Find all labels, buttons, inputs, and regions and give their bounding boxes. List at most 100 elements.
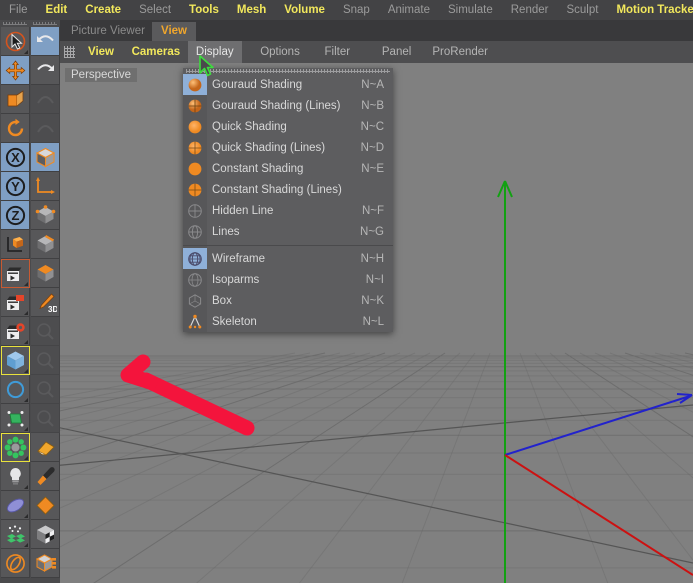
tool-snap-disabled[interactable] — [31, 85, 60, 114]
tool-spline-pen[interactable] — [1, 375, 30, 404]
menu-render[interactable]: Render — [502, 0, 558, 20]
sphere-gouraud-lines-icon — [183, 95, 207, 116]
menu-edit[interactable]: Edit — [37, 0, 77, 20]
tool-submenu-indicator — [24, 340, 28, 344]
display-menu-item-label: Quick Shading (Lines) — [212, 141, 326, 154]
tool-model-mode[interactable] — [31, 143, 60, 172]
tool-paint-bucket-tool[interactable] — [31, 491, 60, 520]
viewport-menu-filter[interactable]: Filter — [317, 41, 359, 63]
display-menu-item-hidden-line[interactable]: Hidden Line N~F — [183, 200, 393, 221]
toolbar-grip-a[interactable] — [1, 20, 30, 27]
tool-mograph-cloner[interactable] — [1, 433, 30, 462]
tool-submenu-indicator — [24, 514, 28, 518]
tool-object-manager[interactable] — [31, 549, 60, 578]
display-menu-item-label: Isoparms — [212, 273, 260, 286]
tool-light-object[interactable] — [1, 462, 30, 491]
display-menu-item-box[interactable]: Box N~K — [183, 290, 393, 311]
tool-edge-mode[interactable] — [31, 230, 60, 259]
display-menu-item-shortcut: N~D — [360, 141, 384, 154]
menu-animate[interactable]: Animate — [379, 0, 439, 20]
menu-create[interactable]: Create — [76, 0, 130, 20]
tool-magnet-tool[interactable] — [1, 549, 30, 578]
tab-view[interactable]: View — [152, 22, 196, 41]
tool-nurbs-generator[interactable] — [1, 404, 30, 433]
sphere-constant-icon — [183, 158, 207, 179]
sphere-hidden-line-icon — [183, 200, 207, 221]
display-menu-item-label: Lines — [212, 225, 240, 238]
tool-lock-y-axis[interactable]: Y — [1, 172, 30, 201]
display-menu-item-label: Wireframe — [212, 252, 266, 265]
tool-undo[interactable] — [31, 27, 60, 56]
tool-render-region[interactable] — [1, 288, 30, 317]
tool-submenu-indicator — [24, 369, 28, 373]
display-menu-item-constant-shading-lines[interactable]: Constant Shading (Lines) — [183, 179, 393, 200]
tool-uv-disabled[interactable] — [31, 375, 60, 404]
menu-mesh[interactable]: Mesh — [228, 0, 275, 20]
menu-tools[interactable]: Tools — [180, 0, 228, 20]
display-menu-item-wireframe[interactable]: Wireframe N~H — [183, 248, 393, 269]
tool-axis-mode[interactable] — [31, 172, 60, 201]
toolbar-grip-b[interactable] — [31, 20, 60, 27]
tool-submenu-indicator — [24, 398, 28, 402]
tool-uv-edit-disabled[interactable] — [31, 404, 60, 433]
menu-snap[interactable]: Snap — [334, 0, 379, 20]
tool-texture-disabled[interactable] — [31, 317, 60, 346]
viewport-label-perspective: Perspective — [65, 68, 138, 82]
tool-paint-3d-brush[interactable]: 3D — [31, 288, 60, 317]
viewport-menu-view[interactable]: View — [80, 41, 122, 63]
viewport-menu-grip[interactable] — [64, 46, 75, 58]
tool-scale-tool[interactable] — [1, 85, 30, 114]
tool-cube-primitive[interactable] — [1, 346, 30, 375]
viewport-menu-prorender[interactable]: ProRender — [424, 41, 496, 63]
menu-volume[interactable]: Volume — [275, 0, 334, 20]
tool-redo[interactable] — [31, 56, 60, 85]
display-menu-item-skeleton[interactable]: Skeleton N~L — [183, 311, 393, 332]
tool-scene-environment[interactable] — [1, 520, 30, 549]
menu-separator — [183, 245, 393, 246]
display-menu-item-label: Hidden Line — [212, 204, 274, 217]
tool-selection-live-tool[interactable] — [1, 27, 30, 56]
viewport-menu-options[interactable]: Options — [252, 41, 308, 63]
tool-rotate-tool[interactable] — [1, 114, 30, 143]
tab-picture-viewer[interactable]: Picture Viewer — [62, 22, 154, 41]
svg-text:Y: Y — [11, 179, 20, 194]
display-menu-item-shortcut: N~H — [360, 252, 384, 265]
tool-eyedropper-tool[interactable] — [31, 462, 60, 491]
display-menu-item-quick-shading-lines[interactable]: Quick Shading (Lines) N~D — [183, 137, 393, 158]
toolbar-buttons-a: XYZ — [1, 27, 30, 578]
tool-point-mode[interactable] — [31, 201, 60, 230]
menu-file[interactable]: File — [0, 0, 37, 20]
display-menu-item-label: Gouraud Shading — [212, 78, 303, 91]
tool-texture-checker[interactable] — [31, 520, 60, 549]
tool-polygon-mode[interactable] — [31, 259, 60, 288]
svg-text:X: X — [11, 150, 20, 165]
tool-texture-axis-disabled[interactable] — [31, 346, 60, 375]
tool-submenu-indicator — [24, 282, 28, 286]
tool-render-settings[interactable] — [1, 317, 30, 346]
display-menu-item-isoparms[interactable]: Isoparms N~I — [183, 269, 393, 290]
display-menu-item-label: Constant Shading (Lines) — [212, 183, 342, 196]
display-menu-item-quick-shading[interactable]: Quick Shading N~C — [183, 116, 393, 137]
sphere-quick-lines-icon — [183, 137, 207, 158]
display-menu-item-label: Box — [212, 294, 232, 307]
tool-deformer-object[interactable] — [1, 491, 30, 520]
display-menu-item-label: Gouraud Shading (Lines) — [212, 99, 341, 112]
viewport-menu-panel[interactable]: Panel — [374, 41, 419, 63]
tool-snap-curve-disabled[interactable] — [31, 114, 60, 143]
menu-motion-tracker[interactable]: Motion Tracker — [607, 0, 693, 20]
display-menu-item-gouraud-shading-lines[interactable]: Gouraud Shading (Lines) N~B — [183, 95, 393, 116]
sphere-isoparms-icon — [183, 269, 207, 290]
tool-world-object-axis[interactable] — [1, 230, 30, 259]
menu-sculpt[interactable]: Sculpt — [557, 0, 607, 20]
viewport-menu-cameras[interactable]: Cameras — [124, 41, 189, 63]
tool-eraser-tool[interactable] — [31, 433, 60, 462]
menu-select[interactable]: Select — [130, 0, 180, 20]
tool-lock-z-axis[interactable]: Z — [1, 201, 30, 230]
menu-simulate[interactable]: Simulate — [439, 0, 502, 20]
left-toolbar: XYZ 3D — [0, 20, 60, 583]
tool-lock-x-axis[interactable]: X — [1, 143, 30, 172]
tool-move-tool[interactable] — [1, 56, 30, 85]
display-menu-item-lines[interactable]: Lines N~G — [183, 221, 393, 242]
tool-render-view[interactable] — [1, 259, 30, 288]
display-menu-item-constant-shading[interactable]: Constant Shading N~E — [183, 158, 393, 179]
